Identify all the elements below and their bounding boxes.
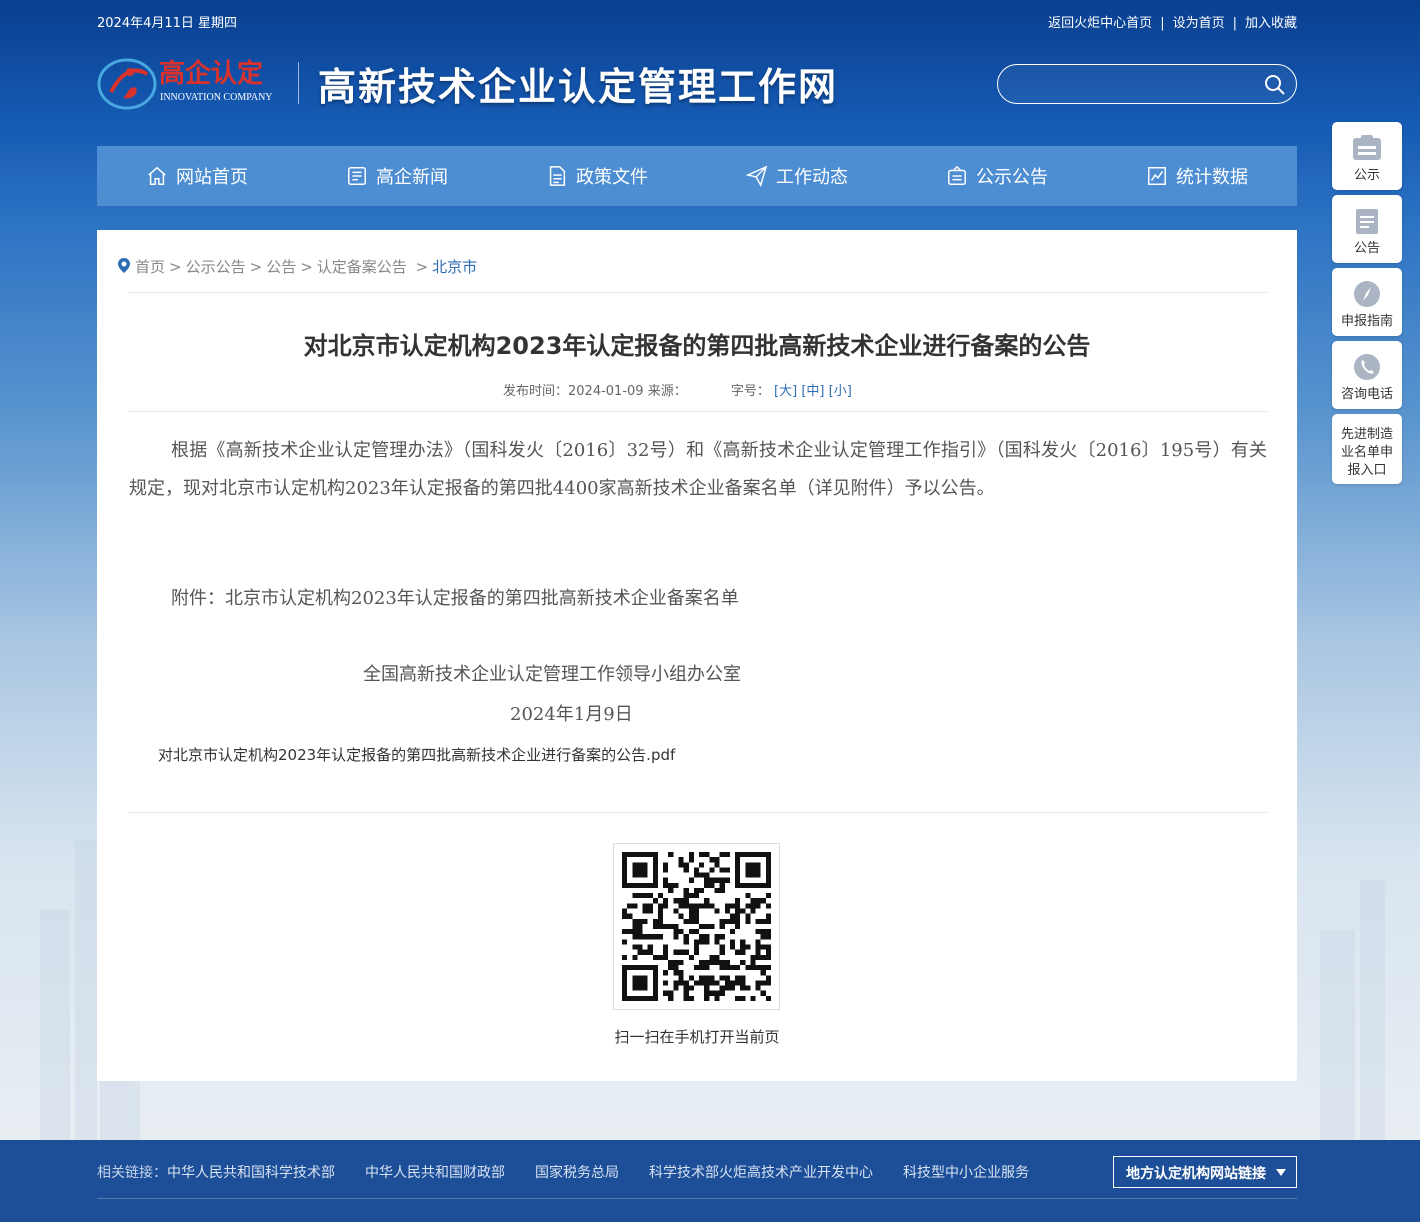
notice-icon — [948, 165, 966, 185]
sidebar-label: 申报指南 — [1340, 314, 1393, 329]
announcement-icon — [1356, 209, 1378, 234]
sidebar-label: 咨询电话 — [1340, 387, 1393, 402]
content-card: 首页 > 公示公告 > 公告 > 认定备案公告 > 北京市 对北京市认定机构2023年认定报备… — [97, 230, 1297, 1081]
article-title: 对北京市认定机构2023年认定报备的第四批高新技术企业进行备案的公告 — [303, 332, 1091, 360]
nav-news[interactable]: 高企新闻 — [297, 146, 497, 206]
publish-date: 2024-01-09 — [568, 384, 644, 399]
breadcrumb-separator: > — [249, 258, 263, 276]
main-nav: 网站首页 高企新闻 政策文件 工作动态 公示公告 统计数据 — [97, 146, 1297, 206]
signature-organization: 全国高新技术企业认定管理工作领导小组办公室 — [363, 664, 741, 685]
nav-label: 公示公告 — [976, 167, 1048, 188]
location-pin-icon — [118, 258, 130, 273]
site-logo[interactable]: 高企认定 INNOVATION COMPANY — [97, 52, 297, 112]
add-favorite-link[interactable]: 加入收藏 — [1245, 16, 1297, 31]
sidebar-item-announcement[interactable]: 公告 — [1332, 195, 1402, 263]
nav-work[interactable]: 工作动态 — [697, 146, 897, 206]
divider — [127, 411, 1267, 412]
footer-links-label: 相关链接： — [97, 1165, 167, 1181]
breadcrumb-separator: > — [169, 258, 182, 276]
breadcrumb-announcement[interactable]: 公告 — [266, 258, 296, 276]
separator: | — [1160, 16, 1165, 31]
publish-label: 发布时间： — [503, 384, 569, 399]
footer-link-mof[interactable]: 中华人民共和国财政部 — [365, 1165, 505, 1181]
breadcrumb: 首页 > 公示公告 > 公告 > 认定备案公告 > 北京市 — [117, 256, 477, 277]
return-torch-home-link[interactable]: 返回火炬中心首页 — [1048, 16, 1152, 31]
divider — [127, 812, 1267, 813]
qr-code-image — [622, 852, 771, 1001]
nav-label: 网站首页 — [176, 167, 248, 188]
sidebar-label: 先进制造业名单申报入口 — [1340, 427, 1393, 478]
sidebar-item-manufacturing-entry[interactable]: 先进制造业名单申报入口 — [1332, 414, 1402, 484]
font-size-large[interactable]: [大] — [774, 384, 797, 399]
breadcrumb-separator: > — [410, 258, 429, 276]
select-label: 地方认定机构网站链接 — [1126, 1166, 1266, 1182]
send-icon — [746, 165, 768, 187]
nav-label: 工作动态 — [776, 167, 848, 188]
breadcrumb-home[interactable]: 首页 — [135, 258, 165, 276]
breadcrumb-filing-announcement[interactable]: 认定备案公告 — [317, 258, 407, 276]
current-date: 2024年4月11日 星期四 — [97, 16, 238, 31]
nav-label: 高企新闻 — [376, 167, 448, 188]
sidebar-item-guide[interactable]: 申报指南 — [1332, 268, 1402, 336]
top-bar: 2024年4月11日 星期四 返回火炬中心首页 | 设为首页 | 加入收藏 — [97, 12, 1297, 31]
nav-statistics[interactable]: 统计数据 — [1097, 146, 1297, 206]
nav-label: 统计数据 — [1176, 167, 1248, 188]
publicity-icon — [1353, 135, 1381, 160]
signature-date: 2024年1月9日 — [510, 704, 633, 725]
source-label: 来源： — [647, 384, 687, 399]
font-size-medium[interactable]: [中] — [801, 384, 824, 399]
nav-label: 政策文件 — [576, 167, 648, 188]
floating-sidebar: 公示 公告 申报指南 咨询电话 先进制造业名单申报入口 — [1332, 122, 1402, 489]
qr-code — [613, 843, 780, 1010]
separator: | — [1232, 16, 1237, 31]
top-links: 返回火炬中心首页 | 设为首页 | 加入收藏 — [1048, 12, 1297, 31]
divider — [127, 292, 1267, 293]
article-meta: 发布时间：2024-01-09 来源： 字号： [大] [中] [小] — [503, 380, 852, 399]
search-icon[interactable] — [1264, 74, 1286, 96]
footer-link-tax[interactable]: 国家税务总局 — [535, 1165, 619, 1181]
breadcrumb-notices[interactable]: 公示公告 — [186, 258, 246, 276]
breadcrumb-separator: > — [300, 258, 313, 276]
logo-text-cn: 高企认定 — [159, 58, 263, 88]
chevron-down-icon — [1276, 1169, 1286, 1176]
sidebar-label: 公示 — [1353, 168, 1380, 183]
footer-divider — [97, 1198, 1297, 1199]
site-title: 高新技术企业认定管理工作网 — [318, 64, 839, 109]
sidebar-label: 公告 — [1353, 241, 1380, 256]
logo-emblem: 高企认定 INNOVATION COMPANY — [97, 58, 273, 110]
font-size-small[interactable]: [小] — [829, 384, 852, 399]
pdf-attachment-link[interactable]: 对北京市认定机构2023年认定报备的第四批高新技术企业进行备案的公告.pdf — [158, 744, 675, 765]
news-icon — [348, 167, 366, 185]
sidebar-item-phone[interactable]: 咨询电话 — [1332, 341, 1402, 409]
footer: 相关链接：中华人民共和国科学技术部 中华人民共和国财政部 国家税务总局 科学技术部火炬… — [0, 1140, 1420, 1222]
footer-link-most[interactable]: 中华人民共和国科学技术部 — [167, 1165, 335, 1181]
search-box — [997, 64, 1297, 104]
article-body: 根据《高新技术企业认定管理办法》（国科发火〔2016〕32号）和《高新技术企业认… — [129, 440, 1267, 499]
footer-link-sme[interactable]: 科技型中小企业服务 — [903, 1165, 1029, 1181]
font-size-label: 字号： — [730, 384, 770, 399]
phone-icon — [1354, 354, 1380, 380]
qr-caption: 扫一扫在手机打开当前页 — [614, 1028, 780, 1046]
attachment-note: 附件：北京市认定机构2023年认定报备的第四批高新技术企业备案名单 — [171, 588, 739, 609]
nav-policy[interactable]: 政策文件 — [497, 146, 697, 206]
breadcrumb-beijing[interactable]: 北京市 — [432, 258, 477, 276]
nav-home[interactable]: 网站首页 — [97, 146, 297, 206]
logo-text-en: INNOVATION COMPANY — [160, 92, 273, 103]
search-input[interactable] — [1012, 73, 1252, 95]
footer-link-torch[interactable]: 科学技术部火炬高技术产业开发中心 — [649, 1165, 873, 1181]
logo-divider — [298, 62, 299, 104]
footer-links: 相关链接：中华人民共和国科学技术部 中华人民共和国财政部 国家税务总局 科学技术部火炬… — [97, 1162, 1059, 1182]
local-agency-links-select[interactable]: 地方认定机构网站链接 — [1113, 1156, 1297, 1188]
set-homepage-link[interactable]: 设为首页 — [1173, 16, 1225, 31]
nav-notice[interactable]: 公示公告 — [897, 146, 1097, 206]
chart-icon — [1148, 167, 1166, 185]
home-icon — [148, 166, 166, 185]
document-icon — [549, 166, 566, 186]
compass-icon — [1354, 281, 1380, 307]
sidebar-item-publicity[interactable]: 公示 — [1332, 122, 1402, 190]
